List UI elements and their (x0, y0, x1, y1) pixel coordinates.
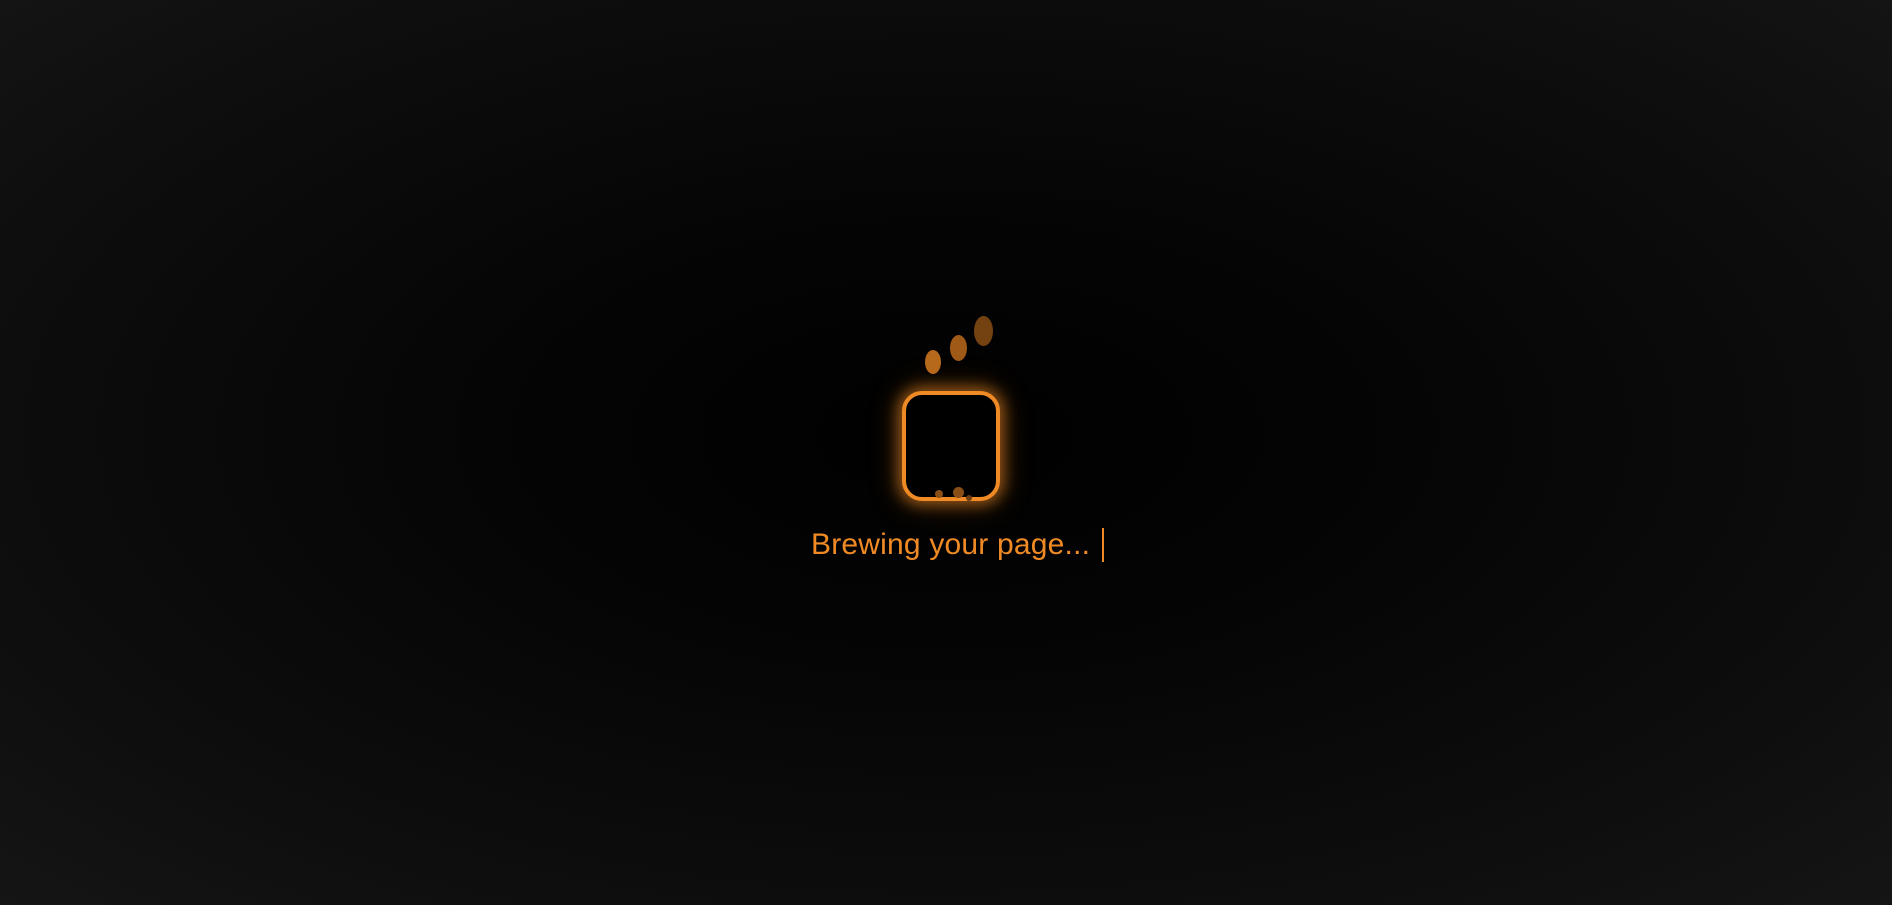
loading-status-text: Brewing your page... (811, 528, 1091, 561)
coffee-bubble-icon (953, 487, 964, 498)
steam-puff-icon (974, 316, 993, 346)
coffee-bubble-icon (966, 495, 972, 501)
coffee-cup-icon (902, 391, 1000, 501)
coffee-bubble-icon (935, 490, 943, 498)
loading-screen: Brewing your page... (0, 0, 1892, 905)
typing-cursor (1102, 528, 1105, 562)
steam-puff-icon (950, 335, 967, 361)
steam-puff-icon (925, 350, 941, 374)
loading-status: Brewing your page... (811, 525, 1105, 565)
